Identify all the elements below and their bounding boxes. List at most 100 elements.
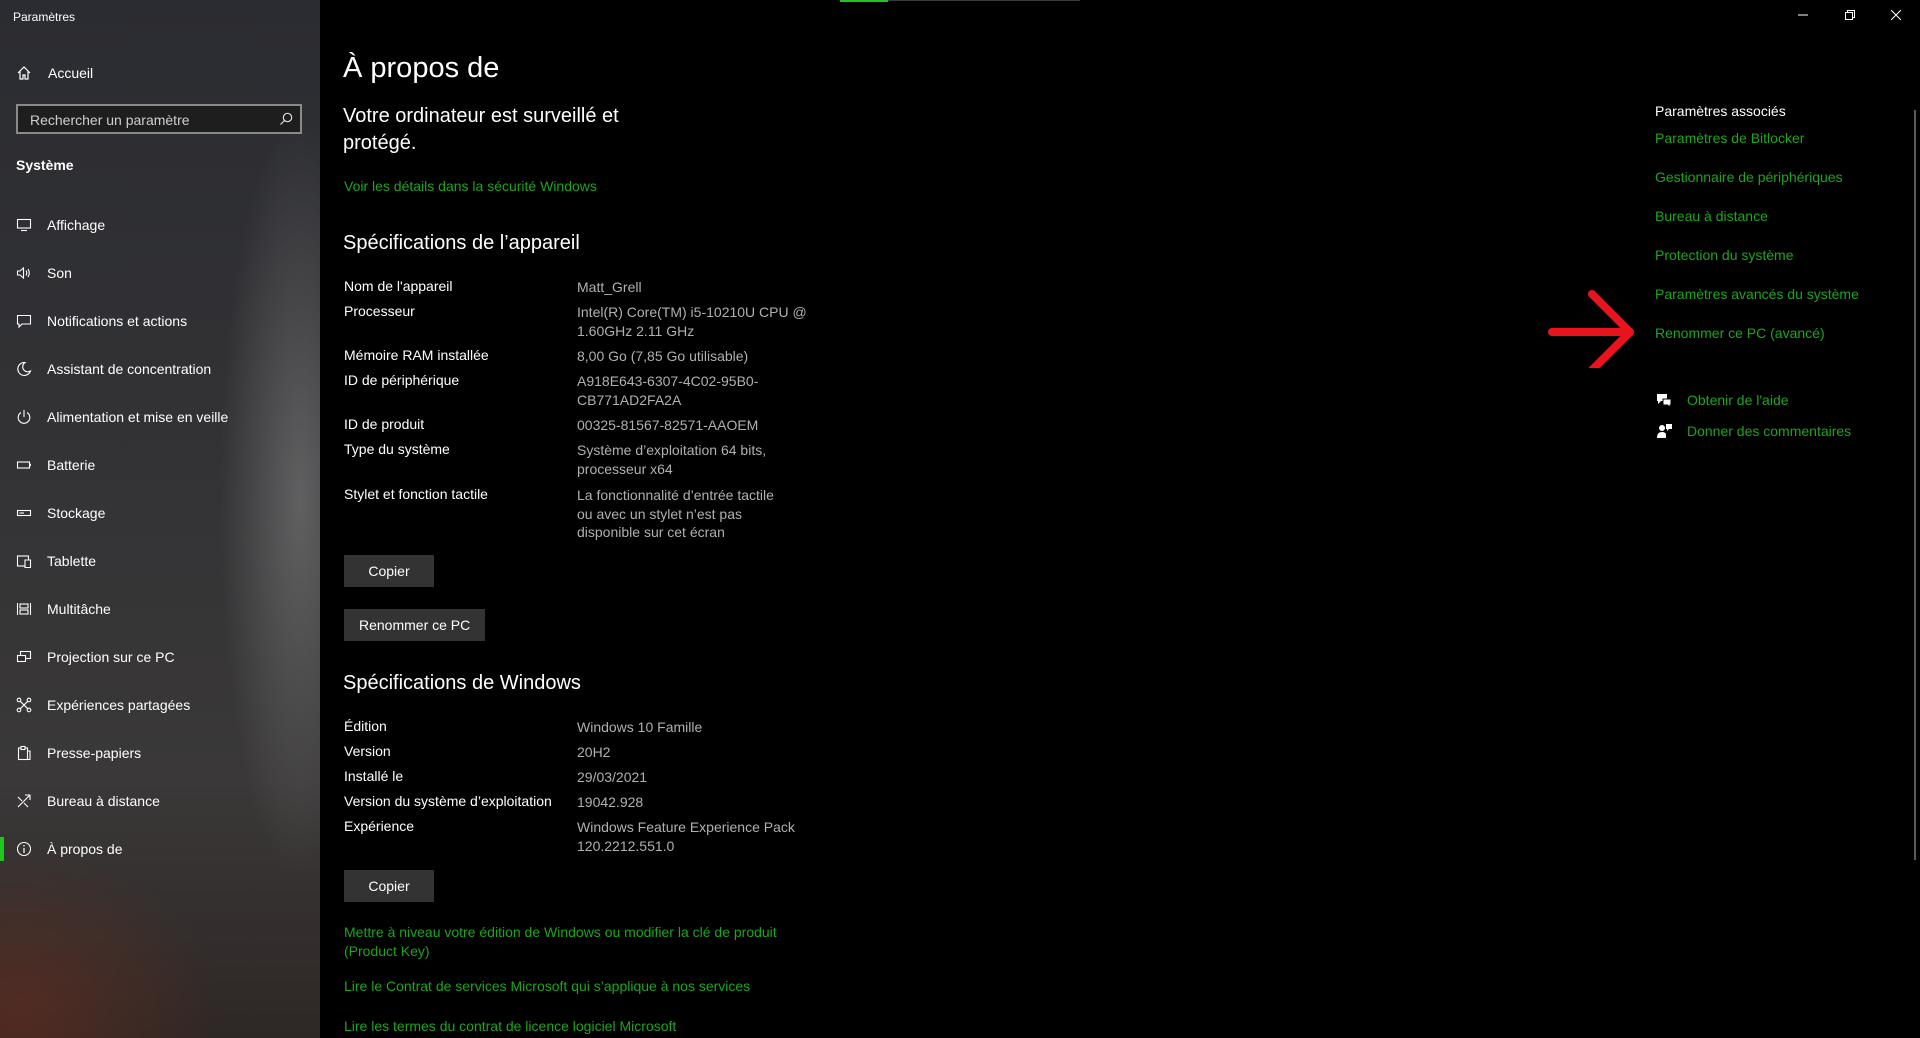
- moon-icon: [15, 360, 33, 378]
- feedback-row[interactable]: Donner des commentaires: [1655, 421, 1851, 441]
- spec-value: Matt_Grell: [577, 279, 642, 295]
- spec-label: Expérience: [344, 818, 415, 834]
- spec-value: La fonctionnalité d’entrée tactile ou av…: [577, 487, 774, 540]
- device-specs-heading: Spécifications de l’appareil: [343, 232, 580, 254]
- sidebar-item-son[interactable]: Son: [0, 253, 320, 293]
- copy-windows-specs-button[interactable]: Copier: [344, 870, 434, 902]
- get-help-link[interactable]: Obtenir de l'aide: [1687, 392, 1789, 408]
- spec-value: 19042.928: [577, 794, 644, 810]
- services-agreement-link[interactable]: Lire le Contrat de services Microsoft qu…: [344, 978, 750, 994]
- advanced-system-settings-link[interactable]: Paramètres avancés du système: [1655, 286, 1859, 302]
- sidebar-item-stockage[interactable]: Stockage: [0, 493, 320, 533]
- sidebar-item-label: Son: [47, 265, 72, 281]
- spec-label: ID de produit: [344, 416, 425, 432]
- sidebar-item-label: Multitâche: [47, 601, 111, 617]
- battery-icon: [15, 456, 33, 474]
- search-icon[interactable]: [278, 111, 294, 127]
- top-accent: [840, 0, 888, 2]
- rename-pc-advanced-link[interactable]: Renommer ce PC (avancé): [1655, 325, 1825, 341]
- sidebar-item-label: Notifications et actions: [47, 313, 188, 329]
- remote-desktop-link[interactable]: Bureau à distance: [1655, 208, 1768, 224]
- spec-label: Installé le: [344, 768, 404, 784]
- minimize-icon: [1798, 7, 1808, 25]
- spec-label: Type du système: [344, 441, 450, 457]
- sidebar-item-label: Stockage: [47, 505, 106, 521]
- sidebar-item-tablette[interactable]: Tablette: [0, 541, 320, 581]
- info-icon: [15, 840, 33, 858]
- sidebar-item-projection[interactable]: Projection sur ce PC: [0, 637, 320, 677]
- sidebar-item-label: À propos de: [47, 841, 123, 857]
- section-title: Système: [16, 157, 74, 173]
- spec-label: Version: [344, 743, 391, 759]
- close-icon: [1890, 7, 1902, 25]
- search-input[interactable]: [28, 110, 272, 130]
- sidebar-item-presse-papiers[interactable]: Presse-papiers: [0, 733, 320, 773]
- spec-label: Stylet et fonction tactile: [344, 486, 488, 502]
- sidebar-item-label: Batterie: [47, 457, 96, 473]
- spec-value: Système d’exploitation 64 bits, processe…: [577, 442, 767, 477]
- sidebar-item-experiences[interactable]: Expériences partagées: [0, 685, 320, 725]
- tablet-icon: [15, 552, 33, 570]
- sidebar-item-affichage[interactable]: Affichage: [0, 205, 320, 245]
- sidebar-item-notifications[interactable]: Notifications et actions: [0, 301, 320, 341]
- restore-button[interactable]: [1827, 0, 1873, 32]
- close-button[interactable]: [1873, 0, 1919, 32]
- sidebar-item-label: Projection sur ce PC: [47, 649, 175, 665]
- notification-icon: [15, 312, 33, 330]
- get-help-row[interactable]: Obtenir de l'aide: [1655, 390, 1789, 410]
- license-terms-link[interactable]: Lire les termes du contrat de licence lo…: [344, 1018, 676, 1034]
- spec-label: Processeur: [344, 303, 415, 319]
- sidebar-item-label: Presse-papiers: [47, 745, 142, 761]
- projection-icon: [15, 648, 33, 666]
- windows-specs-heading: Spécifications de Windows: [343, 672, 581, 694]
- page-title: À propos de: [343, 52, 500, 84]
- spec-label: Version du système d’exploitation: [344, 793, 552, 809]
- remote-desktop-icon: [15, 792, 33, 810]
- system-protection-link[interactable]: Protection du système: [1655, 247, 1794, 263]
- copy-device-specs-button[interactable]: Copier: [344, 555, 434, 587]
- shared-icon: [15, 696, 33, 714]
- device-manager-link[interactable]: Gestionnaire de périphériques: [1655, 169, 1843, 185]
- feedback-icon: [1655, 422, 1673, 440]
- sidebar-item-a-propos[interactable]: À propos de: [0, 829, 320, 869]
- spec-value: Windows Feature Experience Pack 120.2212…: [577, 819, 795, 854]
- spec-value: Intel(R) Core(TM) i5-10210U CPU @ 1.60GH…: [577, 304, 807, 339]
- sidebar-item-label: Expériences partagées: [47, 697, 191, 713]
- spec-label: ID de périphérique: [344, 372, 460, 388]
- spec-value: 29/03/2021: [577, 769, 648, 785]
- sidebar-item-multitache[interactable]: Multitâche: [0, 589, 320, 629]
- spec-value: 8,00 Go (7,85 Go utilisable): [577, 348, 749, 364]
- feedback-link[interactable]: Donner des commentaires: [1687, 423, 1851, 439]
- upgrade-edition-link[interactable]: Mettre à niveau votre édition de Windows…: [344, 923, 804, 960]
- sidebar-item-label: Assistant de concentration: [47, 361, 212, 377]
- restore-icon: [1845, 7, 1855, 25]
- spec-label: Édition: [344, 718, 387, 734]
- display-icon: [15, 216, 33, 234]
- search-box[interactable]: [16, 104, 302, 134]
- sidebar-item-batterie[interactable]: Batterie: [0, 445, 320, 485]
- app-title: Paramètres: [13, 10, 76, 24]
- sidebar-item-concentration[interactable]: Assistant de concentration: [0, 349, 320, 389]
- related-settings-title: Paramètres associés: [1655, 103, 1786, 119]
- sidebar: Paramètres Accueil Système Affichage Son…: [0, 0, 320, 1038]
- sidebar-item-label: Bureau à distance: [47, 793, 160, 809]
- multitask-icon: [15, 600, 33, 618]
- rename-pc-button[interactable]: Renommer ce PC: [344, 609, 486, 641]
- sidebar-item-home[interactable]: Accueil: [0, 53, 320, 93]
- clipboard-icon: [15, 744, 33, 762]
- sidebar-item-alimentation[interactable]: Alimentation et mise en veille: [0, 397, 320, 437]
- scrollbar[interactable]: [1914, 110, 1916, 860]
- sidebar-item-label: Alimentation et mise en veille: [47, 409, 229, 425]
- help-chat-icon: [1655, 391, 1673, 409]
- spec-value: A918E643-6307-4C02-95B0-CB771AD2FA2A: [577, 373, 759, 408]
- active-indicator: [0, 837, 4, 861]
- speaker-icon: [15, 264, 33, 282]
- spec-label: Nom de l'appareil: [344, 278, 453, 294]
- bitlocker-settings-link[interactable]: Paramètres de Bitlocker: [1655, 130, 1804, 146]
- security-message: Votre ordinateur est surveillé et protég…: [343, 105, 619, 154]
- sidebar-item-bureau-distance[interactable]: Bureau à distance: [0, 781, 320, 821]
- security-details-link[interactable]: Voir les détails dans la sécurité Window…: [344, 178, 597, 194]
- spec-value: 00325-81567-82571-AAOEM: [577, 417, 759, 433]
- sidebar-item-label: Accueil: [48, 65, 94, 81]
- minimize-button[interactable]: [1780, 0, 1826, 32]
